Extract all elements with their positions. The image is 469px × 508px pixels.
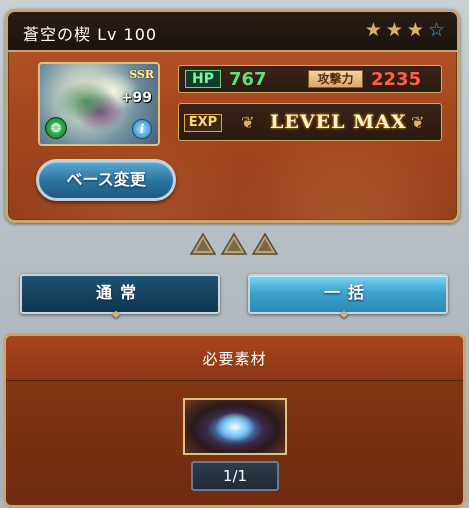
rank-pyramid-icon <box>251 232 279 256</box>
material-count: 1/1 <box>191 461 279 491</box>
hp-value: 767 <box>229 69 267 90</box>
mode-normal-label: 通常 <box>95 283 144 302</box>
weapon-card: 蒼空の楔 Lv 100 ★ ★ ★ ☆ SSR +99 ❂ i HP 767 攻… <box>5 9 460 223</box>
weapon-title-bar: 蒼空の楔 Lv 100 ★ ★ ★ ☆ <box>8 12 457 52</box>
materials-panel: 必要素材 1/1 <box>3 333 466 508</box>
material-thumbnail[interactable] <box>183 398 287 455</box>
hp-label: HP <box>185 70 221 88</box>
attack-label: 攻撃力 <box>308 70 363 88</box>
ornament-icon: ◆ <box>112 309 128 320</box>
materials-header: 必要素材 <box>6 336 463 381</box>
exp-bar: EXP ❦ LEVEL MAX ❦ <box>178 103 442 141</box>
mode-bulk-button[interactable]: 一括 ◆ <box>248 274 448 320</box>
star-icon: ★ <box>406 19 424 41</box>
stats-bar: HP 767 攻撃力 2235 <box>178 65 442 93</box>
wind-element-icon: ❂ <box>45 117 67 139</box>
rank-pyramid-icon <box>189 232 217 256</box>
uncap-stars: ★ ★ ★ ☆ <box>365 20 445 40</box>
star-icon: ★ <box>385 19 403 41</box>
rarity-badge: SSR <box>129 68 154 81</box>
ornament-icon: ◆ <box>340 309 356 320</box>
mode-normal-button[interactable]: 通常 ◆ <box>20 274 220 320</box>
exp-label: EXP <box>184 114 222 132</box>
material-crystal-icon <box>215 412 255 442</box>
mode-bulk-label: 一括 <box>323 283 372 302</box>
wing-ornament-icon: ❦ <box>241 113 255 132</box>
base-change-button[interactable]: ベース変更 <box>36 159 176 201</box>
level-max-text: LEVEL MAX <box>270 111 407 133</box>
materials-title: 必要素材 <box>202 350 267 368</box>
rank-pyramid-icon <box>220 232 248 256</box>
weapon-name: 蒼空の楔 Lv 100 <box>23 25 158 44</box>
star-icon: ★ <box>364 19 382 41</box>
weapon-thumbnail[interactable]: SSR +99 ❂ i <box>38 62 160 146</box>
plus-bonus: +99 <box>120 90 152 106</box>
attack-value: 2235 <box>371 69 422 90</box>
wing-ornament-icon: ❦ <box>411 113 425 132</box>
star-icon: ☆ <box>427 19 445 41</box>
info-icon[interactable]: i <box>132 119 152 139</box>
